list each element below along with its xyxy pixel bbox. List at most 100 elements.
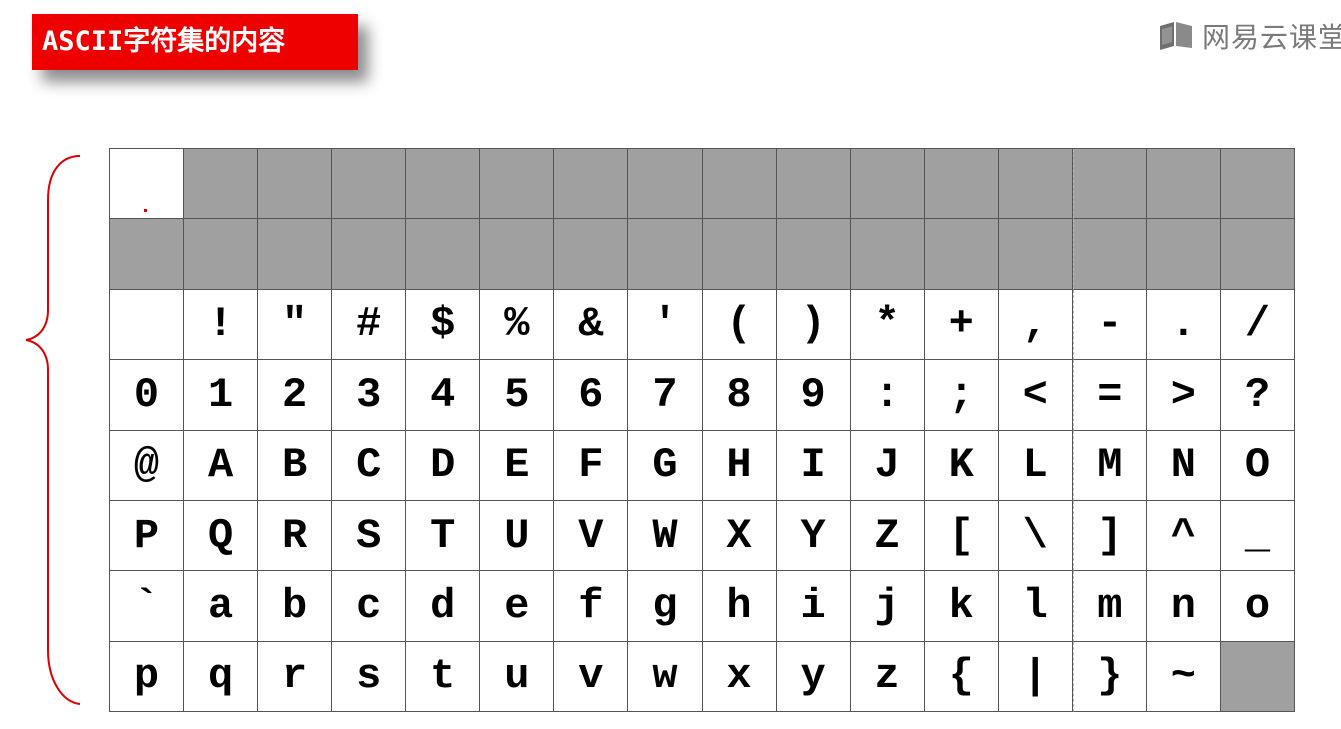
ascii-cell [1146, 149, 1221, 220]
ascii-cell: g [628, 571, 703, 642]
ascii-cell [110, 289, 185, 361]
ascii-cell [628, 219, 703, 290]
ascii-cell [184, 219, 259, 290]
ascii-cell: r [258, 641, 333, 712]
ascii-cell: U [480, 500, 555, 572]
ascii-cell: Z [850, 500, 925, 572]
ascii-cell: Q [184, 500, 259, 572]
ascii-cell [258, 149, 333, 220]
ascii-cell: e [480, 571, 555, 642]
ascii-cell: Y [776, 500, 851, 572]
ascii-cell: R [258, 500, 333, 572]
ascii-cell [480, 219, 555, 290]
ascii-cell: A [184, 430, 259, 501]
ascii-cell: { [924, 641, 999, 712]
ascii-cell: ? [1220, 360, 1295, 431]
ascii-cell: < [998, 360, 1073, 431]
ascii-cell: : [850, 360, 925, 431]
ascii-cell: N [1146, 430, 1221, 501]
ascii-cell: F [554, 430, 629, 501]
ascii-cell [850, 149, 925, 220]
ascii-cell: B [258, 430, 333, 501]
ascii-cell: x [702, 641, 777, 712]
ascii-cell [628, 149, 703, 220]
ascii-cell: q [184, 641, 259, 712]
ascii-cell [406, 149, 481, 220]
ascii-cell: H [702, 430, 777, 501]
ascii-cell [1220, 219, 1295, 290]
ascii-cell: 7 [628, 360, 703, 431]
ascii-cell: 4 [406, 360, 481, 431]
ascii-cell: . [1146, 289, 1221, 361]
ascii-cell [1220, 641, 1295, 712]
ascii-cell: y [776, 641, 851, 712]
ascii-cell [332, 149, 407, 220]
ascii-cell [702, 219, 777, 290]
ascii-cell: L [998, 430, 1073, 501]
ascii-cell: / [1220, 289, 1295, 361]
ascii-cell: 3 [332, 360, 407, 431]
ascii-cell: @ [110, 430, 185, 501]
ascii-cell: , [998, 289, 1073, 361]
ascii-cell: ( [702, 289, 777, 361]
ascii-cell: W [628, 500, 703, 572]
ascii-cell [110, 219, 185, 290]
ascii-cell [776, 149, 851, 220]
ascii-cell: > [1146, 360, 1221, 431]
slide-title: ASCII字符集的内容 [32, 14, 358, 70]
ascii-cell [1072, 149, 1147, 220]
ascii-cell: i [776, 571, 851, 642]
book-screen-icon [1160, 22, 1192, 50]
ascii-cell: u [480, 641, 555, 712]
ascii-cell: I [776, 430, 851, 501]
ascii-cell: " [258, 289, 333, 361]
ascii-cell: ! [184, 289, 259, 361]
ascii-cell: h [702, 571, 777, 642]
ascii-cell: d [406, 571, 481, 642]
ascii-cell: ) [776, 289, 851, 361]
ascii-cell: X [702, 500, 777, 572]
ascii-cell: K [924, 430, 999, 501]
ascii-cell: ] [1072, 500, 1147, 572]
watermark: 网易云课堂 [1158, 14, 1341, 58]
ascii-cell: j [850, 571, 925, 642]
ascii-cell [998, 149, 1073, 220]
ascii-cell: k [924, 571, 999, 642]
ascii-cell: 6 [554, 360, 629, 431]
ascii-cell: ` [110, 571, 185, 642]
ascii-cell [998, 219, 1073, 290]
ascii-cell: n [1146, 571, 1221, 642]
ascii-cell: T [406, 500, 481, 572]
ascii-cell [1146, 219, 1221, 290]
ascii-cell: V [554, 500, 629, 572]
ascii-cell: p [110, 641, 185, 712]
ascii-cell: c [332, 571, 407, 642]
ascii-cell [1072, 219, 1147, 290]
ascii-cell: | [998, 641, 1073, 712]
ascii-cell: & [554, 289, 629, 361]
ascii-cell [554, 219, 629, 290]
ascii-cell: O [1220, 430, 1295, 501]
ascii-cell [924, 149, 999, 220]
ascii-cell: C [332, 430, 407, 501]
ascii-cell: } [1072, 641, 1147, 712]
ascii-cell: - [1072, 289, 1147, 361]
ascii-cell: _ [1220, 500, 1295, 572]
ascii-cell [184, 149, 259, 220]
ascii-cell [332, 219, 407, 290]
ascii-cell: ^ [1146, 500, 1221, 572]
ascii-cell: v [554, 641, 629, 712]
ascii-cell: E [480, 430, 555, 501]
ascii-cell: 1 [184, 360, 259, 431]
ascii-cell [776, 219, 851, 290]
ascii-table: ! " # $% & '() * +, -./ 0 1 2 3 4 5 6 7 8 9:; < = >? @ A B C D E F G H… [109, 148, 1295, 712]
ascii-cell: M [1072, 430, 1147, 501]
ascii-cell: 2 [258, 360, 333, 431]
ascii-cell: t [406, 641, 481, 712]
ascii-cell: a [184, 571, 259, 642]
ascii-cell: \ [998, 500, 1073, 572]
ascii-cell: l [998, 571, 1073, 642]
ascii-cell: J [850, 430, 925, 501]
ascii-cell [924, 219, 999, 290]
ascii-cell: ~ [1146, 641, 1221, 712]
